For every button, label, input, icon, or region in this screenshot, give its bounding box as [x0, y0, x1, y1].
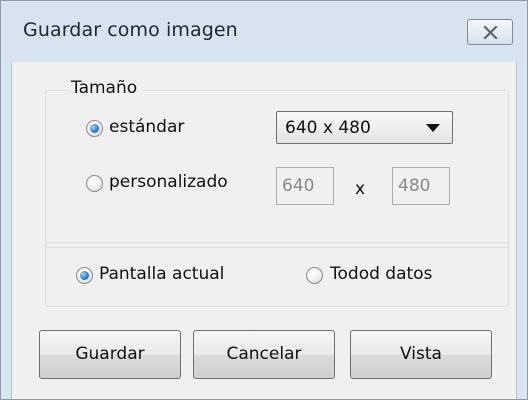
all-data-label: Todod datos	[330, 264, 433, 284]
preview-button[interactable]: Vista	[350, 330, 492, 379]
dialog-title: Guardar como imagen	[23, 19, 238, 41]
standard-radio[interactable]	[86, 120, 103, 137]
custom-radio[interactable]	[86, 175, 103, 192]
custom-height-field[interactable]: 480	[392, 167, 450, 205]
current-screen-label: Pantalla actual	[99, 264, 225, 284]
save-button[interactable]: Guardar	[39, 330, 181, 379]
size-group-label: Tamaño	[67, 78, 144, 98]
all-data-radio[interactable]	[306, 267, 323, 284]
title-bar: Guardar como imagen	[1, 1, 527, 62]
standard-label: estándar	[109, 117, 185, 137]
save-image-dialog: Guardar como imagen Tamaño estándar 640 …	[0, 0, 528, 400]
chevron-down-icon	[426, 124, 440, 132]
cancel-button[interactable]: Cancelar	[193, 330, 335, 379]
current-screen-radio[interactable]	[76, 267, 93, 284]
resolution-value: 640 x 480	[285, 118, 371, 138]
dimension-separator: x	[355, 179, 366, 199]
custom-label: personalizado	[109, 172, 228, 192]
resolution-select[interactable]: 640 x 480	[276, 111, 453, 144]
close-icon	[483, 26, 498, 39]
custom-width-field[interactable]: 640	[276, 167, 334, 205]
dialog-content: Tamaño estándar 640 x 480 personalizado …	[11, 62, 517, 399]
close-button[interactable]	[467, 19, 513, 45]
